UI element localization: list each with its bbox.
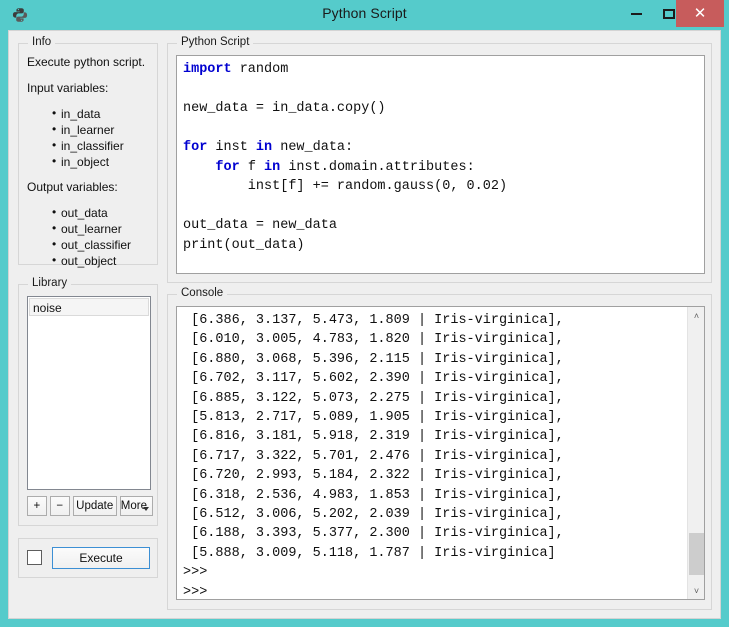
window-client-area: Info Execute python script. Input variab… (8, 30, 721, 619)
console-text: [6.386, 3.137, 5.473, 1.809 | Iris-virgi… (183, 311, 564, 600)
maximize-icon (663, 9, 675, 19)
list-item[interactable]: noise (29, 298, 149, 316)
spacer (27, 97, 157, 106)
chevron-down-icon (143, 507, 149, 511)
more-library-button[interactable]: More (120, 496, 153, 516)
info-group: Info Execute python script. Input variab… (18, 43, 158, 265)
scroll-down-icon[interactable]: ˅ (688, 582, 705, 599)
title-bar[interactable]: Python Script ✕ (0, 0, 729, 30)
library-list[interactable]: noise (27, 296, 151, 490)
remove-library-button[interactable]: − (50, 496, 70, 516)
execute-button[interactable]: Execute (52, 547, 150, 569)
update-library-button[interactable]: Update (73, 496, 117, 516)
spacer (27, 71, 157, 80)
console-group: Console [6.386, 3.137, 5.473, 1.809 | Ir… (167, 294, 712, 610)
console-group-label: Console (177, 287, 227, 299)
spacer (27, 196, 157, 205)
console-scrollbar[interactable]: ˄ ˅ (687, 307, 704, 599)
python-script-window: Python Script ✕ Info Execute python scri… (0, 0, 729, 627)
python-script-group-label: Python Script (177, 36, 253, 48)
info-body: Execute python script. Input variables: … (27, 54, 157, 269)
close-icon: ✕ (694, 6, 707, 21)
execute-group: Execute (18, 538, 158, 578)
console-output[interactable]: [6.386, 3.137, 5.473, 1.809 | Iris-virgi… (176, 306, 705, 600)
list-item: in_object (61, 154, 157, 170)
auto-execute-checkbox[interactable] (27, 550, 42, 565)
library-group: Library noise + − Update More (18, 284, 158, 526)
list-item: in_classifier (61, 138, 157, 154)
list-item: in_data (61, 106, 157, 122)
output-variables-heading: Output variables: (27, 179, 157, 196)
output-variables-list: out_data out_learner out_classifier out_… (27, 205, 157, 269)
add-library-button[interactable]: + (27, 496, 47, 516)
info-group-label: Info (28, 36, 55, 48)
minimize-icon (631, 13, 642, 15)
code-editor[interactable]: import random new_data = in_data.copy() … (176, 55, 705, 274)
list-item: out_classifier (61, 237, 157, 253)
input-variables-list: in_data in_learner in_classifier in_obje… (27, 106, 157, 170)
scroll-up-icon[interactable]: ˄ (688, 307, 705, 324)
info-description: Execute python script. (27, 54, 157, 71)
spacer (27, 170, 157, 179)
list-item: out_object (61, 253, 157, 269)
list-item: in_learner (61, 122, 157, 138)
library-group-label: Library (28, 277, 71, 289)
scrollbar-thumb[interactable] (689, 533, 704, 575)
library-buttons: + − Update More (27, 496, 153, 516)
code-text: import random new_data = in_data.copy() … (183, 60, 704, 255)
minimize-button[interactable] (620, 0, 652, 27)
python-script-group: Python Script import random new_data = i… (167, 43, 712, 283)
input-variables-heading: Input variables: (27, 80, 157, 97)
list-item: out_data (61, 205, 157, 221)
close-button[interactable]: ✕ (676, 0, 724, 27)
list-item: out_learner (61, 221, 157, 237)
